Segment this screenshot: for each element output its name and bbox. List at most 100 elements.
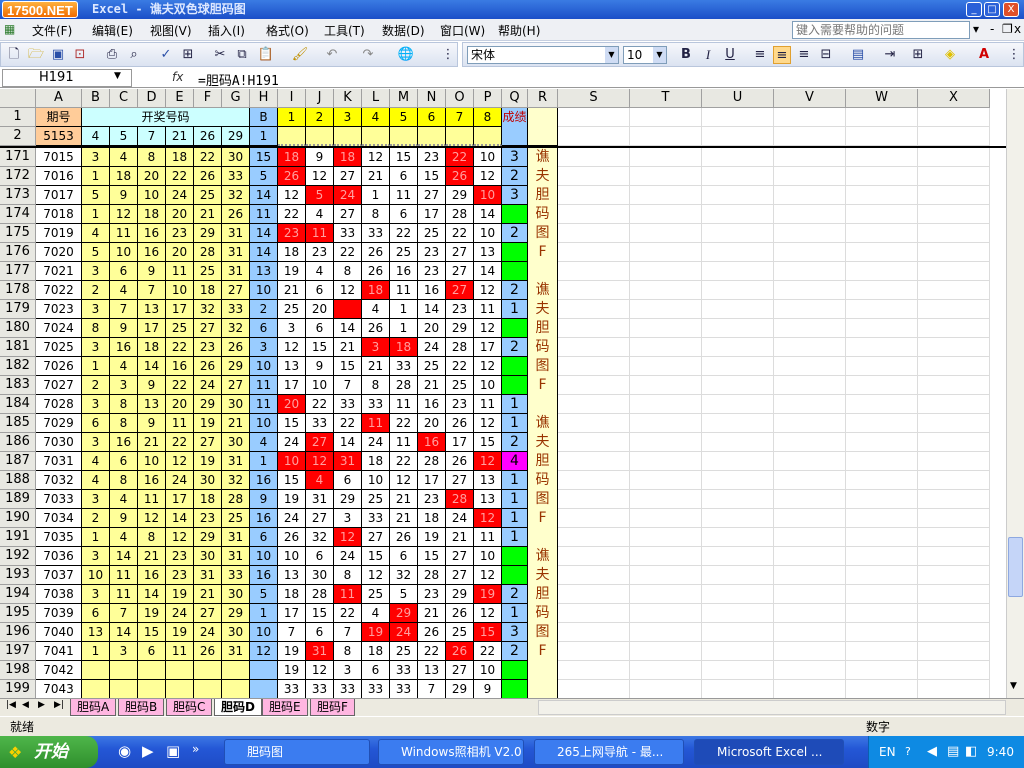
empty-cell[interactable] — [774, 319, 846, 338]
ball-cell[interactable] — [82, 680, 110, 699]
menu-file[interactable]: 文件(F) — [32, 22, 72, 39]
empty-cell[interactable] — [846, 490, 918, 509]
ball-cell[interactable]: 31 — [222, 452, 250, 471]
dan-cell[interactable]: 29 — [446, 319, 474, 338]
ball-cell[interactable]: 31 — [222, 262, 250, 281]
column-header[interactable]: V — [774, 89, 846, 108]
empty-cell[interactable] — [558, 148, 630, 167]
dan-cell[interactable]: 22 — [474, 642, 502, 661]
column-header[interactable]: Q — [502, 89, 528, 108]
ball-cell[interactable]: 1 — [82, 357, 110, 376]
help-icon[interactable]: ? — [905, 736, 911, 768]
empty-cell[interactable] — [846, 319, 918, 338]
ball-cell[interactable]: 19 — [194, 414, 222, 433]
empty-cell[interactable] — [846, 281, 918, 300]
row-header[interactable]: 184 — [0, 395, 36, 414]
dan-cell-hit[interactable]: 10 — [474, 186, 502, 205]
dan-cell[interactable]: 13 — [474, 243, 502, 262]
score-cell[interactable]: 2 — [502, 338, 528, 357]
row-header[interactable]: 185 — [0, 414, 36, 433]
row-header[interactable]: 2 — [0, 127, 36, 146]
ball-cell[interactable]: 11 — [110, 224, 138, 243]
blue-ball-cell[interactable]: 5 — [250, 167, 278, 186]
dan-cell[interactable]: 13 — [278, 357, 306, 376]
blue-ball-cell[interactable]: 16 — [250, 471, 278, 490]
empty-cell[interactable] — [630, 414, 702, 433]
empty-cell[interactable] — [630, 528, 702, 547]
vertical-scroll-thumb[interactable] — [1008, 537, 1023, 597]
vertical-scrollbar[interactable]: ▼ — [1006, 89, 1024, 699]
ball-cell[interactable]: 24 — [166, 186, 194, 205]
dan-cell[interactable]: 6 — [306, 319, 334, 338]
score-cell[interactable] — [502, 357, 528, 376]
dan-cell[interactable]: 12 — [362, 148, 390, 167]
score-cell[interactable]: 4 — [502, 452, 528, 471]
empty-cell[interactable] — [630, 205, 702, 224]
spelling-icon[interactable]: ✓ — [157, 46, 175, 64]
dan-cell[interactable]: 15 — [334, 357, 362, 376]
empty-cell[interactable] — [774, 262, 846, 281]
empty-cell[interactable] — [558, 433, 630, 452]
dan-cell[interactable]: 12 — [390, 471, 418, 490]
dan-cell-hit[interactable]: 18 — [334, 148, 362, 167]
empty-cell[interactable] — [774, 205, 846, 224]
dan-cell[interactable]: 27 — [446, 243, 474, 262]
dan-cell[interactable]: 18 — [278, 585, 306, 604]
column-header[interactable]: P — [474, 89, 502, 108]
issue-cell[interactable]: 7043 — [36, 680, 82, 699]
empty-cell[interactable] — [774, 243, 846, 262]
dan-cell[interactable]: 20 — [418, 414, 446, 433]
score-cell[interactable]: 2 — [502, 224, 528, 243]
dan-cell[interactable]: 12 — [306, 661, 334, 680]
dan-cell[interactable]: 12 — [474, 281, 502, 300]
ball-cell[interactable]: 20 — [138, 167, 166, 186]
row-header[interactable]: 187 — [0, 452, 36, 471]
hyperlink-icon[interactable]: 🌐 — [397, 46, 415, 64]
dan-cell[interactable]: 27 — [446, 262, 474, 281]
issue-cell[interactable]: 7018 — [36, 205, 82, 224]
dan-cell[interactable]: 9 — [474, 680, 502, 699]
dan-cell[interactable]: 10 — [362, 471, 390, 490]
dan-cell[interactable]: 27 — [446, 566, 474, 585]
tray-network-icon[interactable]: ▤ — [947, 736, 959, 768]
research-icon[interactable]: ⊞ — [179, 46, 197, 64]
dan-cell[interactable]: 11 — [474, 395, 502, 414]
dan-cell[interactable]: 33 — [362, 680, 390, 699]
ball-cell[interactable]: 31 — [194, 566, 222, 585]
empty-cell[interactable] — [702, 452, 774, 471]
empty-cell[interactable] — [846, 661, 918, 680]
menu-format[interactable]: 格式(O) — [266, 22, 309, 39]
empty-cell[interactable] — [630, 547, 702, 566]
dan-cell[interactable]: 13 — [474, 490, 502, 509]
row-header[interactable]: 183 — [0, 376, 36, 395]
dan-cell[interactable]: 33 — [306, 680, 334, 699]
dan-cell[interactable]: 23 — [446, 300, 474, 319]
empty-cell[interactable] — [846, 376, 918, 395]
tray-volume-icon[interactable]: ◧ — [965, 736, 977, 768]
dan-cell[interactable]: 17 — [418, 205, 446, 224]
row-header[interactable]: 174 — [0, 205, 36, 224]
ball-cell[interactable] — [82, 661, 110, 680]
ball-cell[interactable]: 26 — [222, 205, 250, 224]
ball-cell[interactable]: 3 — [82, 585, 110, 604]
ball-cell[interactable]: 8 — [138, 528, 166, 547]
empty-cell[interactable] — [774, 338, 846, 357]
dan-cell[interactable]: 19 — [418, 528, 446, 547]
ball-cell[interactable]: 6 — [82, 414, 110, 433]
dan-cell-hit[interactable]: 12 — [306, 452, 334, 471]
dan-cell[interactable]: 11 — [390, 186, 418, 205]
tray-back-icon[interactable]: ◀ — [927, 736, 937, 768]
ball-cell[interactable]: 21 — [194, 205, 222, 224]
ball-cell[interactable]: 10 — [82, 566, 110, 585]
issue-cell[interactable]: 7016 — [36, 167, 82, 186]
empty-cell[interactable] — [774, 528, 846, 547]
dan-cell[interactable]: 29 — [446, 186, 474, 205]
dan-cell[interactable]: 14 — [334, 433, 362, 452]
score-cell[interactable]: 1 — [502, 395, 528, 414]
save-icon[interactable]: ▣ — [49, 46, 67, 64]
issue-cell[interactable]: 7019 — [36, 224, 82, 243]
issue-cell[interactable]: 7028 — [36, 395, 82, 414]
dan-cell[interactable]: 33 — [390, 357, 418, 376]
empty-cell[interactable] — [774, 490, 846, 509]
dan-cell[interactable]: 26 — [362, 262, 390, 281]
